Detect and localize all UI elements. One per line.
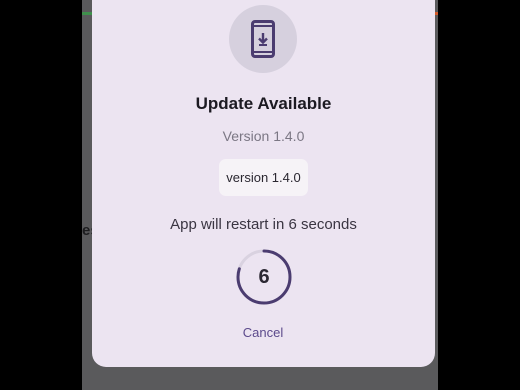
letterbox-left [0,0,82,390]
countdown-number: 6 [258,265,270,288]
countdown-timer: 6 [235,248,293,306]
dialog-title: Update Available [195,94,332,113]
cancel-button[interactable]: Cancel [233,325,293,343]
letterbox-right [438,0,520,390]
background-accent-green [82,12,92,15]
dialog-subtitle: Version 1.4.0 [222,128,305,144]
phone-download-icon [229,5,297,73]
restart-message: App will restart in 6 seconds [170,216,357,233]
version-chip: version 1.4.0 [219,159,308,196]
